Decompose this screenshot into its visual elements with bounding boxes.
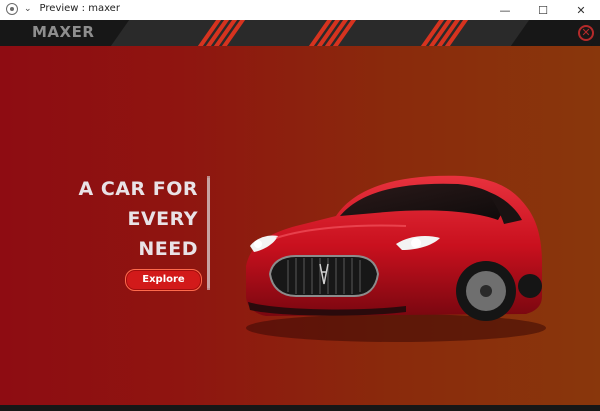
chevron-down-icon[interactable]: ⌄	[24, 3, 32, 15]
close-icon[interactable]: ✕	[578, 25, 594, 41]
headline-line-3: NEED	[138, 238, 198, 260]
app-icon[interactable]	[6, 3, 18, 15]
headline-divider	[207, 178, 210, 290]
window-controls: — ☐ ✕	[486, 0, 600, 20]
app-header: MAXER ✕	[0, 20, 600, 46]
headline-line-2: EVERY	[127, 208, 198, 230]
window-titlebar: ⌄ Preview : maxer — ☐ ✕	[0, 0, 600, 21]
titlebar-left: ⌄ Preview : maxer	[6, 3, 120, 15]
app-logo: MAXER	[32, 23, 95, 41]
car-image	[246, 175, 546, 342]
maximize-button[interactable]: ☐	[524, 0, 562, 20]
close-window-button[interactable]: ✕	[562, 0, 600, 20]
minimize-button[interactable]: —	[486, 0, 524, 20]
headline-line-1: A CAR FOR	[78, 178, 198, 200]
hero-headline: A CAR FOR EVERY NEED	[79, 174, 198, 264]
explore-button[interactable]: Explore	[125, 269, 202, 291]
window-title: Preview : maxer	[39, 3, 120, 14]
bottom-bar	[0, 405, 600, 411]
